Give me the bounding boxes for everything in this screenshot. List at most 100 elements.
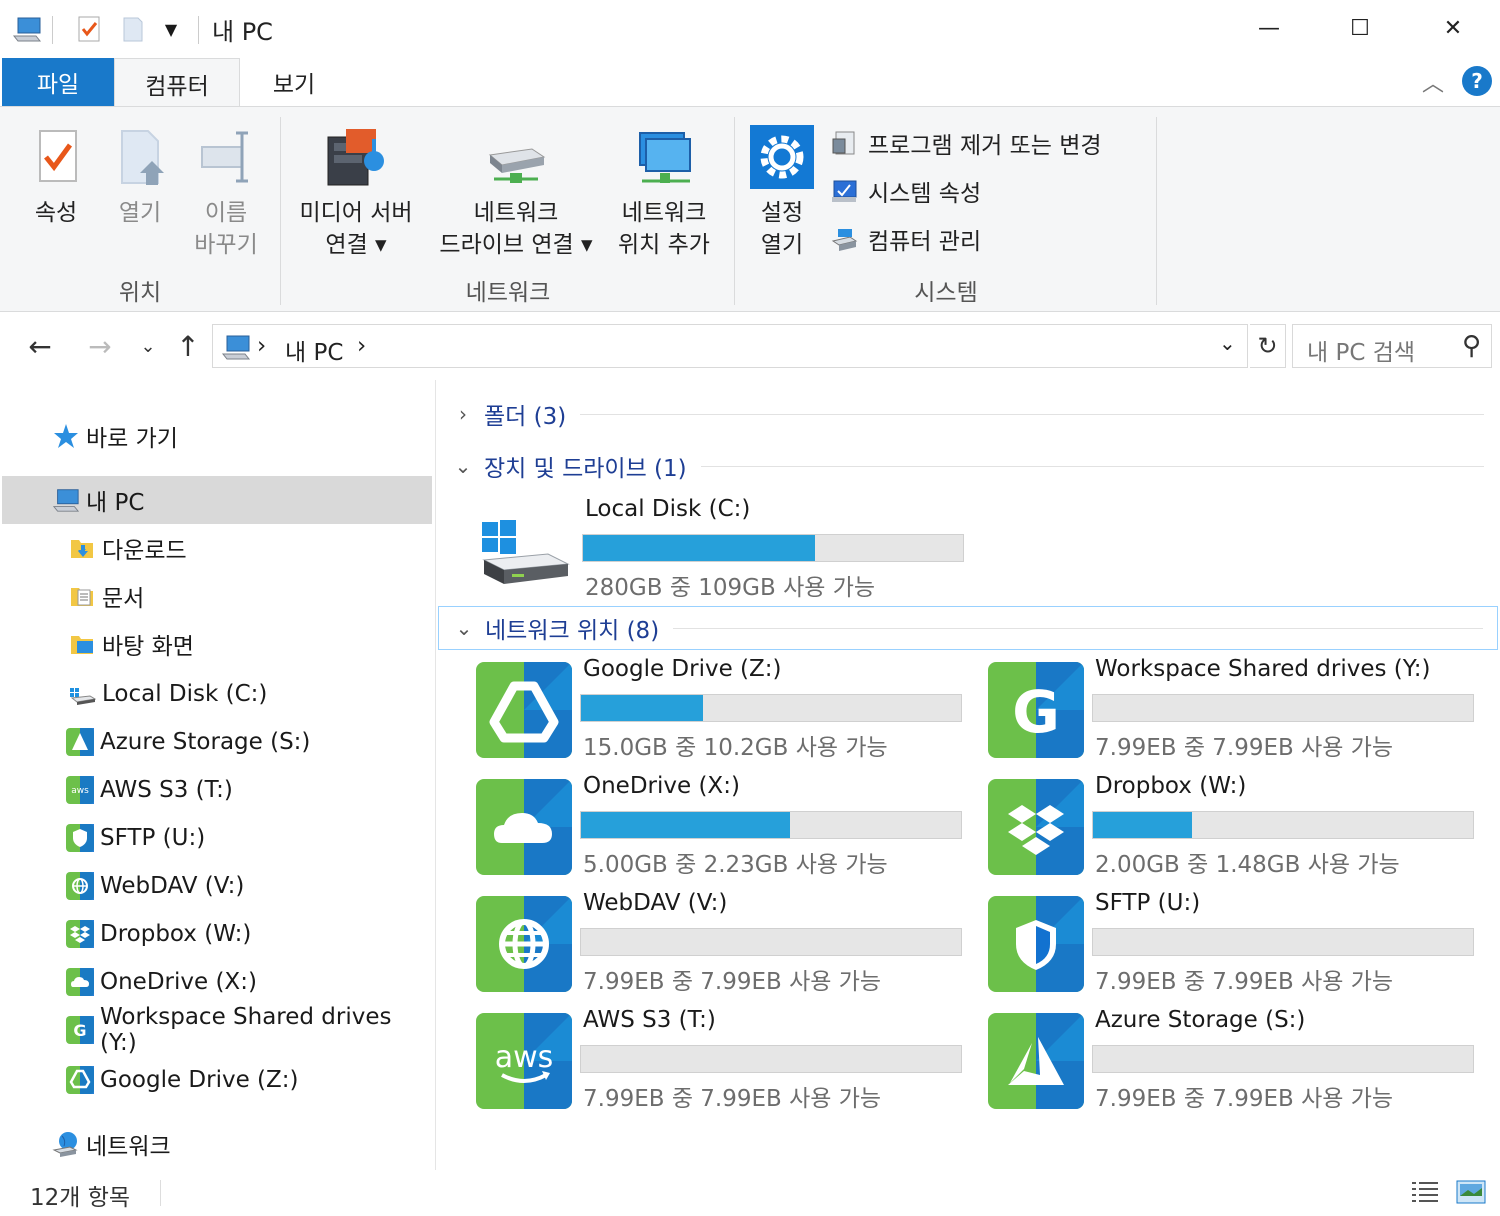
map-network-drive-button[interactable]: 네트워크 드라이브 연결 ▾ (426, 125, 606, 261)
computer-management-label: 컴퓨터 관리 (868, 229, 982, 255)
network-drive-tile[interactable]: SFTP (U:) 7.99EB 중 7.99EB 사용 가능 (988, 890, 1488, 995)
nav-this-pc[interactable]: 내 PC (52, 478, 144, 522)
uninstall-label: 프로그램 제거 또는 변경 (868, 133, 1102, 159)
this-pc-icon (52, 486, 80, 514)
network-drive-tile[interactable]: Dropbox (W:) 2.00GB 중 1.48GB 사용 가능 (988, 773, 1488, 878)
open-button[interactable]: 열기 (104, 125, 176, 229)
breadcrumb-separator[interactable]: › (357, 333, 366, 359)
nav-google-drive[interactable]: Google Drive (Z:) (66, 1058, 299, 1102)
address-dropdown-icon[interactable]: ⌄ (1219, 331, 1236, 355)
new-folder-qat-icon[interactable] (118, 14, 148, 44)
group-title: 네트워크 위치 (8) (485, 618, 660, 644)
drive-name: Dropbox (W:) (1095, 773, 1247, 799)
minimize-button[interactable]: — (1246, 8, 1292, 48)
azure-icon (988, 1013, 1084, 1109)
group-title: 폴더 (3) (484, 404, 567, 430)
drive-free-space: 5.00GB 중 2.23GB 사용 가능 (583, 852, 888, 878)
system-properties-label: 시스템 속성 (868, 181, 982, 207)
add-network-location-button[interactable]: 네트워크 위치 추가 (608, 125, 720, 261)
tab-view[interactable]: 보기 (240, 58, 348, 106)
breadcrumb-this-pc[interactable]: 내 PC (285, 333, 343, 367)
address-bar[interactable]: › 내 PC › ⌄ (212, 324, 1248, 368)
nav-desktop[interactable]: 바탕 화면 (68, 622, 194, 666)
details-view-icon[interactable] (1410, 1178, 1440, 1206)
nav-item-label: Workspace Shared drives (Y:) (100, 1004, 392, 1056)
item-count: 12개 항목 (30, 1185, 131, 1211)
nav-onedrive[interactable]: OneDrive (X:) (66, 960, 257, 1004)
search-box[interactable]: 내 PC 검색 ⚲ (1292, 324, 1492, 368)
breadcrumb-separator[interactable]: › (257, 333, 266, 359)
qat-dropdown-icon[interactable]: ▼ (156, 14, 186, 44)
group-header-network-locations[interactable]: ⌄ 네트워크 위치 (8) (438, 606, 1498, 650)
nav-quick-access[interactable]: 바로 가기 (52, 414, 178, 458)
close-button[interactable]: ✕ (1430, 8, 1476, 48)
this-pc-icon[interactable] (12, 14, 42, 44)
back-arrow-icon[interactable]: ← (20, 326, 60, 366)
tiles-view-icon[interactable] (1456, 1178, 1486, 1206)
group-divider (580, 413, 1484, 415)
network-drive-tile[interactable]: G Workspace Shared drives (Y:) 7.99EB 중 7.… (988, 656, 1488, 761)
network-drive-tile[interactable]: Google Drive (Z:) 15.0GB 중 10.2GB 사용 가능 (476, 656, 976, 761)
tab-file[interactable]: 파일 (2, 58, 114, 106)
svg-text:G: G (73, 1021, 86, 1040)
system-properties-button[interactable]: 시스템 속성 (830, 171, 981, 211)
group-header-devices[interactable]: ⌄ 장치 및 드라이브 (1) (438, 444, 1498, 488)
media-server-button[interactable]: 미디어 서버 연결 ▾ (288, 125, 424, 261)
group-header-folders[interactable]: › 폴더 (3) (438, 392, 1498, 436)
nav-sftp[interactable]: SFTP (U:) (66, 816, 205, 860)
network-drive-tile[interactable]: OneDrive (X:) 5.00GB 중 2.23GB 사용 가능 (476, 773, 976, 878)
nav-dropbox[interactable]: Dropbox (W:) (66, 912, 251, 956)
properties-qat-icon[interactable] (74, 14, 104, 44)
onedrive-icon (476, 779, 572, 875)
local-disk-icon (478, 502, 574, 598)
network-drive-tile[interactable]: Azure Storage (S:) 7.99EB 중 7.99EB 사용 가능 (988, 1007, 1488, 1112)
properties-button[interactable]: 속성 (16, 125, 96, 229)
drive-free-space: 7.99EB 중 7.99EB 사용 가능 (583, 1086, 882, 1112)
network-drive-icon (484, 125, 548, 189)
computer-management-button[interactable]: 컴퓨터 관리 (830, 219, 981, 259)
tab-computer[interactable]: 컴퓨터 (114, 58, 240, 108)
nav-webdav[interactable]: WebDAV (V:) (66, 864, 244, 908)
google-drive-icon (476, 662, 572, 758)
ribbon-separator (1156, 117, 1157, 305)
google-workspace-icon: G (988, 662, 1084, 758)
nav-network[interactable]: 네트워크 (52, 1122, 171, 1166)
nav-documents[interactable]: 문서 (68, 574, 144, 618)
collapse-ribbon-icon[interactable]: ︿ (1418, 66, 1448, 97)
nav-workspace-shared-drives[interactable]: G Workspace Shared drives (Y:) (66, 1004, 435, 1056)
properties-label: 속성 (34, 200, 78, 226)
open-settings-button[interactable]: 설정 열기 (744, 125, 820, 261)
status-bar: 12개 항목 (0, 1170, 1500, 1216)
network-drive-tile[interactable]: WebDAV (V:) 7.99EB 중 7.99EB 사용 가능 (476, 890, 976, 995)
chevron-right-icon[interactable]: › (448, 402, 478, 426)
onedrive-icon (66, 968, 94, 996)
rename-button[interactable]: 이름 바꾸기 (186, 125, 266, 261)
add-location-label-2: 위치 추가 (618, 232, 710, 258)
help-icon[interactable]: ? (1462, 66, 1492, 96)
drive-free-space: 7.99EB 중 7.99EB 사용 가능 (1095, 969, 1394, 995)
search-icon[interactable]: ⚲ (1462, 331, 1481, 361)
forward-arrow-icon[interactable]: → (80, 326, 120, 366)
drive-usage-fill (583, 535, 815, 561)
drive-usage-bar (580, 1045, 962, 1073)
group-divider (700, 465, 1484, 467)
nav-aws-s3[interactable]: aws AWS S3 (T:) (66, 768, 233, 812)
open-label: 열기 (118, 200, 162, 226)
up-arrow-icon[interactable]: ↑ (168, 326, 208, 366)
svg-text:G: G (1012, 678, 1060, 746)
nav-local-disk[interactable]: Local Disk (C:) (68, 672, 267, 716)
group-label-network: 네트워크 (465, 280, 551, 306)
ribbon-separator (280, 117, 281, 305)
chevron-down-icon[interactable]: ⌄ (449, 616, 479, 640)
refresh-icon[interactable]: ↻ (1250, 324, 1286, 368)
nav-azure-storage[interactable]: Azure Storage (S:) (66, 720, 310, 764)
drive-local-disk[interactable]: Local Disk (C:) 280GB 중 109GB 사용 가능 (478, 496, 978, 601)
chevron-down-icon[interactable]: ⌄ (448, 454, 478, 478)
drive-name: WebDAV (V:) (583, 890, 728, 916)
network-drive-tile[interactable]: aws AWS S3 (T:) 7.99EB 중 7.99EB 사용 가능 (476, 1007, 976, 1112)
uninstall-program-button[interactable]: 프로그램 제거 또는 변경 (830, 123, 1102, 163)
maximize-button[interactable]: ☐ (1337, 8, 1383, 48)
webdav-globe-icon (476, 896, 572, 992)
nav-downloads[interactable]: 다운로드 (68, 526, 187, 570)
recent-locations-chevron-icon[interactable]: ⌄ (128, 326, 168, 366)
